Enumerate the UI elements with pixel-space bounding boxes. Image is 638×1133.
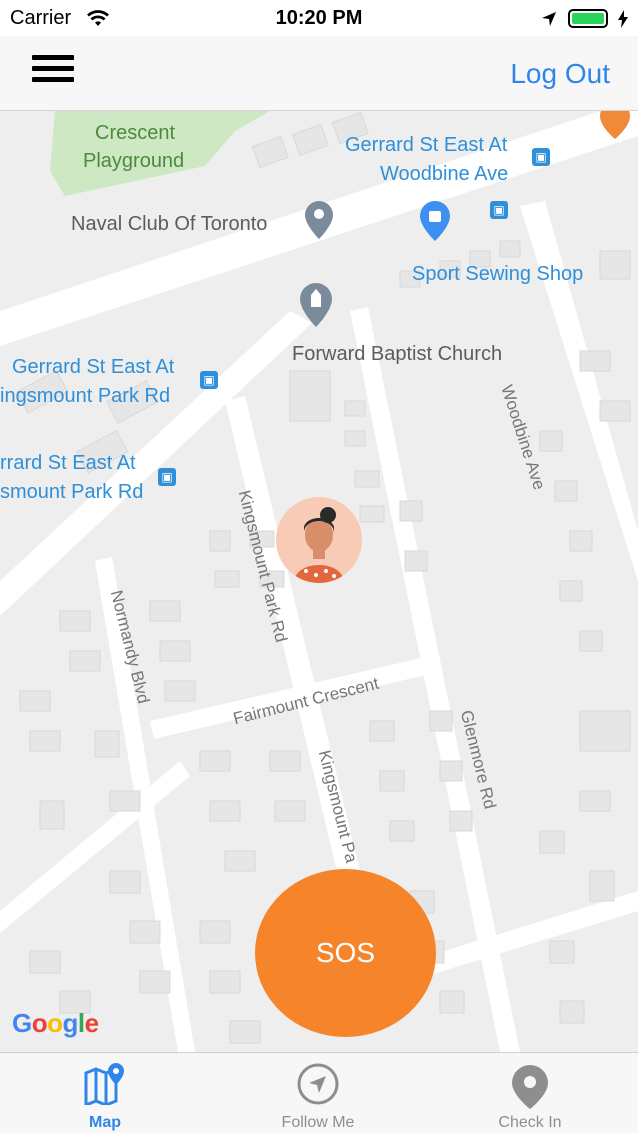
battery-icon [568, 9, 608, 28]
map-icon [84, 1063, 124, 1105]
transit-gerrard-kingsmount-a-line1: Gerrard St East At [12, 356, 175, 378]
user-avatar-marker[interactable] [276, 497, 362, 583]
transit-gerrard-kingsmount-b-line2: smount Park Rd [0, 481, 144, 503]
tab-check-in[interactable]: Check In [450, 1053, 610, 1133]
naval-club-label: Naval Club Of Toronto [71, 213, 268, 235]
google-logo: Google [12, 1008, 99, 1038]
transit-gerrard-kingsmount-a-line2: ingsmount Park Rd [0, 385, 171, 407]
charging-bolt-icon [618, 10, 628, 28]
restaurant-pin-icon [600, 111, 630, 139]
tab-follow-me-label: Follow Me [281, 1114, 355, 1131]
transit-gerrard-woodbine-line1: Gerrard St East At [345, 134, 508, 156]
transit-gerrard-kingsmount-b-line1: rrard St East At [0, 452, 136, 474]
sos-button[interactable]: SOS [255, 869, 436, 1037]
tram-icon: ▣ [490, 201, 508, 219]
status-bar: Carrier 10:20 PM [0, 0, 638, 36]
tab-follow-me[interactable]: Follow Me [238, 1053, 398, 1133]
playground-label-line1: Crescent [95, 122, 176, 144]
tram-icon: ▣ [532, 148, 550, 166]
tram-icon: ▣ [200, 371, 218, 389]
sport-sewing-label: Sport Sewing Shop [412, 263, 584, 285]
tab-check-in-label: Check In [498, 1114, 562, 1131]
playground-label-line2: Playground [83, 150, 185, 172]
tram-icon: ▣ [158, 468, 176, 486]
tab-map-label: Map [89, 1114, 121, 1131]
transit-gerrard-woodbine-line2: Woodbine Ave [380, 163, 509, 185]
avatar-portrait [276, 497, 362, 583]
location-arrow-icon [542, 12, 556, 26]
forward-baptist-label: Forward Baptist Church [292, 343, 503, 365]
church-pin-icon [300, 283, 332, 327]
navigation-arrow-icon [297, 1063, 339, 1105]
tab-map[interactable]: Map [25, 1053, 185, 1133]
logout-button[interactable]: Log Out [510, 58, 610, 90]
location-pin-icon [512, 1065, 548, 1109]
hamburger-menu-icon[interactable] [32, 55, 74, 89]
map-pin-icon [305, 201, 333, 239]
tab-bar: Map Follow Me Check In [0, 1052, 638, 1133]
shopping-bag-pin-icon [420, 201, 450, 241]
